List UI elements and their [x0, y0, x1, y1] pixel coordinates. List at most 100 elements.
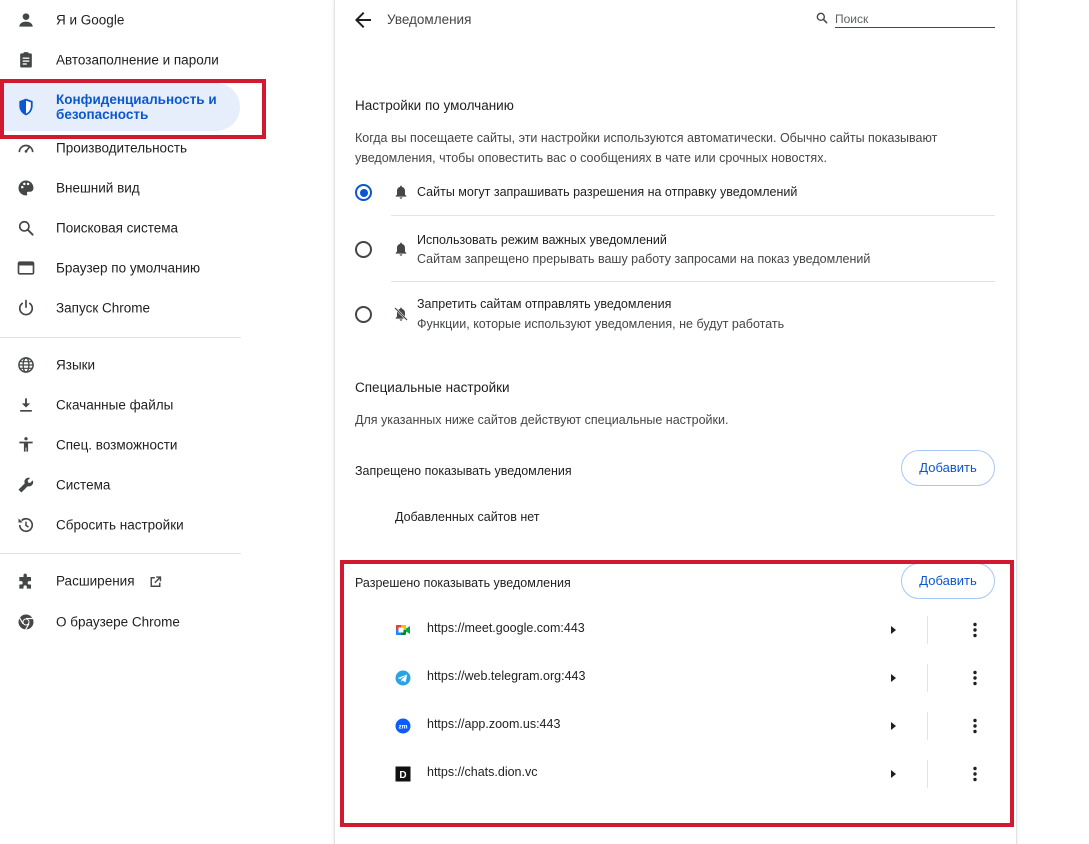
puzzle-icon	[16, 572, 36, 592]
shield-icon	[16, 97, 36, 117]
palette-icon	[16, 178, 36, 198]
blocked-sites-label: Запрещено показывать уведомления	[355, 464, 572, 478]
sidebar-item-on-startup[interactable]: Запуск Chrome	[0, 288, 240, 328]
svg-text:D: D	[399, 770, 406, 781]
sidebar-item-languages[interactable]: Языки	[0, 345, 240, 385]
site-url: https://chats.dion.vc	[427, 765, 538, 779]
notifications-settings-card: Уведомления Настройки по умолчанию Когда…	[334, 0, 1017, 844]
dion-icon: D	[395, 766, 411, 782]
sidebar-item-default-browser[interactable]: Браузер по умолчанию	[0, 248, 240, 288]
arrow-back-icon	[355, 12, 371, 28]
radio-option-sublabel: Сайтам запрещено прерывать вашу работу з…	[417, 252, 871, 266]
radio-button[interactable]	[355, 241, 372, 258]
row-vertical-divider	[927, 664, 928, 692]
radio-option-label: Сайты могут запрашивать разрешения на от…	[417, 185, 798, 199]
speedometer-icon	[16, 138, 36, 158]
svg-text:zm: zm	[398, 723, 407, 730]
sidebar-item-you-and-google[interactable]: Я и Google	[0, 0, 240, 40]
site-row-zoom[interactable]: zm https://app.zoom.us:443	[355, 702, 995, 750]
sidebar-item-privacy[interactable]: Конфиденциальность и безопасность	[0, 83, 240, 131]
arrow-right-icon[interactable]	[887, 768, 899, 780]
page-title: Уведомления	[387, 12, 472, 27]
row-vertical-divider	[927, 616, 928, 644]
radio-option-block-all[interactable]: Запретить сайтам отправлять уведомления …	[355, 291, 995, 339]
site-url: https://meet.google.com:443	[427, 621, 585, 635]
wrench-icon	[16, 475, 36, 495]
site-row-telegram[interactable]: https://web.telegram.org:443	[355, 654, 995, 702]
site-url: https://web.telegram.org:443	[427, 669, 586, 683]
arrow-right-icon[interactable]	[887, 624, 899, 636]
custom-settings-heading: Специальные настройки	[355, 380, 510, 395]
sidebar-item-label: Расширения	[56, 574, 164, 591]
power-icon	[16, 298, 36, 318]
bell-icon	[393, 184, 409, 200]
sidebar-item-reset[interactable]: Сбросить настройки	[0, 505, 240, 545]
default-settings-description: Когда вы посещаете сайты, эти настройки …	[355, 131, 938, 165]
sidebar-item-extensions[interactable]: Расширения	[0, 562, 240, 602]
radio-button[interactable]	[355, 306, 372, 323]
arrow-right-icon[interactable]	[887, 672, 899, 684]
sidebar-item-downloads[interactable]: Скачанные файлы	[0, 385, 240, 425]
sidebar-item-label: Браузер по умолчанию	[56, 260, 201, 276]
radio-option-label: Запретить сайтам отправлять уведомления	[417, 297, 672, 311]
more-vert-icon[interactable]	[965, 620, 985, 640]
custom-settings-description: Для указанных ниже сайтов действуют спец…	[355, 413, 729, 427]
site-row-dion[interactable]: D https://chats.dion.vc	[355, 750, 995, 798]
sidebar-item-label: Спец. возможности	[56, 437, 178, 453]
zoom-icon: zm	[395, 718, 411, 734]
sidebar-item-performance[interactable]: Производительность	[0, 128, 240, 168]
sidebar-item-appearance[interactable]: Внешний вид	[0, 168, 240, 208]
chrome-icon	[16, 612, 36, 632]
radio-button-checked[interactable]	[355, 184, 372, 201]
sidebar-divider	[0, 553, 241, 554]
clipboard-icon	[16, 50, 36, 70]
browser-window-icon	[16, 258, 36, 278]
extensions-label-text: Расширения	[56, 573, 135, 589]
sidebar-item-label: Поисковая система	[56, 220, 179, 236]
sidebar-item-label: Внешний вид	[56, 180, 140, 196]
arrow-right-icon[interactable]	[887, 720, 899, 732]
search-box	[815, 10, 995, 30]
site-row-meet[interactable]: https://meet.google.com:443	[355, 606, 995, 654]
sidebar-item-system[interactable]: Система	[0, 465, 240, 505]
site-url: https://app.zoom.us:443	[427, 717, 561, 731]
globe-icon	[16, 355, 36, 375]
option-divider	[391, 215, 995, 216]
more-vert-icon[interactable]	[965, 716, 985, 736]
more-vert-icon[interactable]	[965, 764, 985, 784]
settings-sidebar: Я и Google Автозаполнение и пароли Конфи…	[0, 0, 268, 844]
search-icon	[816, 12, 828, 24]
sidebar-item-autofill[interactable]: Автозаполнение и пароли	[0, 40, 240, 80]
search-input[interactable]	[835, 10, 995, 28]
sidebar-item-label: Производительность	[56, 140, 188, 156]
row-vertical-divider	[927, 712, 928, 740]
add-blocked-site-button[interactable]: Добавить	[901, 450, 995, 486]
back-button[interactable]	[351, 8, 375, 32]
radio-option-quiet-mode[interactable]: Использовать режим важных уведомлений Са…	[355, 226, 995, 274]
sidebar-item-label: Конфиденциальность и безопасность	[56, 92, 217, 122]
bell-icon	[393, 241, 409, 257]
bell-off-icon	[393, 306, 409, 322]
more-vert-icon[interactable]	[965, 668, 985, 688]
sidebar-item-search-engine[interactable]: Поисковая система	[0, 208, 240, 248]
telegram-icon	[395, 670, 411, 686]
sidebar-item-label: Автозаполнение и пароли	[56, 52, 219, 68]
row-vertical-divider	[927, 760, 928, 788]
sidebar-item-label: Система	[56, 477, 111, 493]
radio-option-sublabel: Функции, которые используют уведомления,…	[417, 317, 785, 331]
sidebar-item-label: Я и Google	[56, 12, 125, 28]
sidebar-item-label: Языки	[56, 357, 96, 373]
add-allowed-site-button[interactable]: Добавить	[901, 563, 995, 599]
search-icon	[16, 218, 36, 238]
open-in-new-icon	[150, 576, 161, 587]
sidebar-item-about-chrome[interactable]: О браузере Chrome	[0, 602, 240, 642]
sidebar-item-label: Сбросить настройки	[56, 517, 184, 533]
sidebar-item-label: Запуск Chrome	[56, 300, 150, 316]
radio-option-allow-requests[interactable]: Сайты могут запрашивать разрешения на от…	[355, 180, 995, 214]
default-settings-heading: Настройки по умолчанию	[355, 98, 514, 113]
accessibility-icon	[16, 435, 36, 455]
sidebar-item-accessibility[interactable]: Спец. возможности	[0, 425, 240, 465]
download-icon	[16, 395, 36, 415]
sidebar-item-label: Скачанные файлы	[56, 397, 174, 413]
allowed-sites-label: Разрешено показывать уведомления	[355, 576, 571, 590]
